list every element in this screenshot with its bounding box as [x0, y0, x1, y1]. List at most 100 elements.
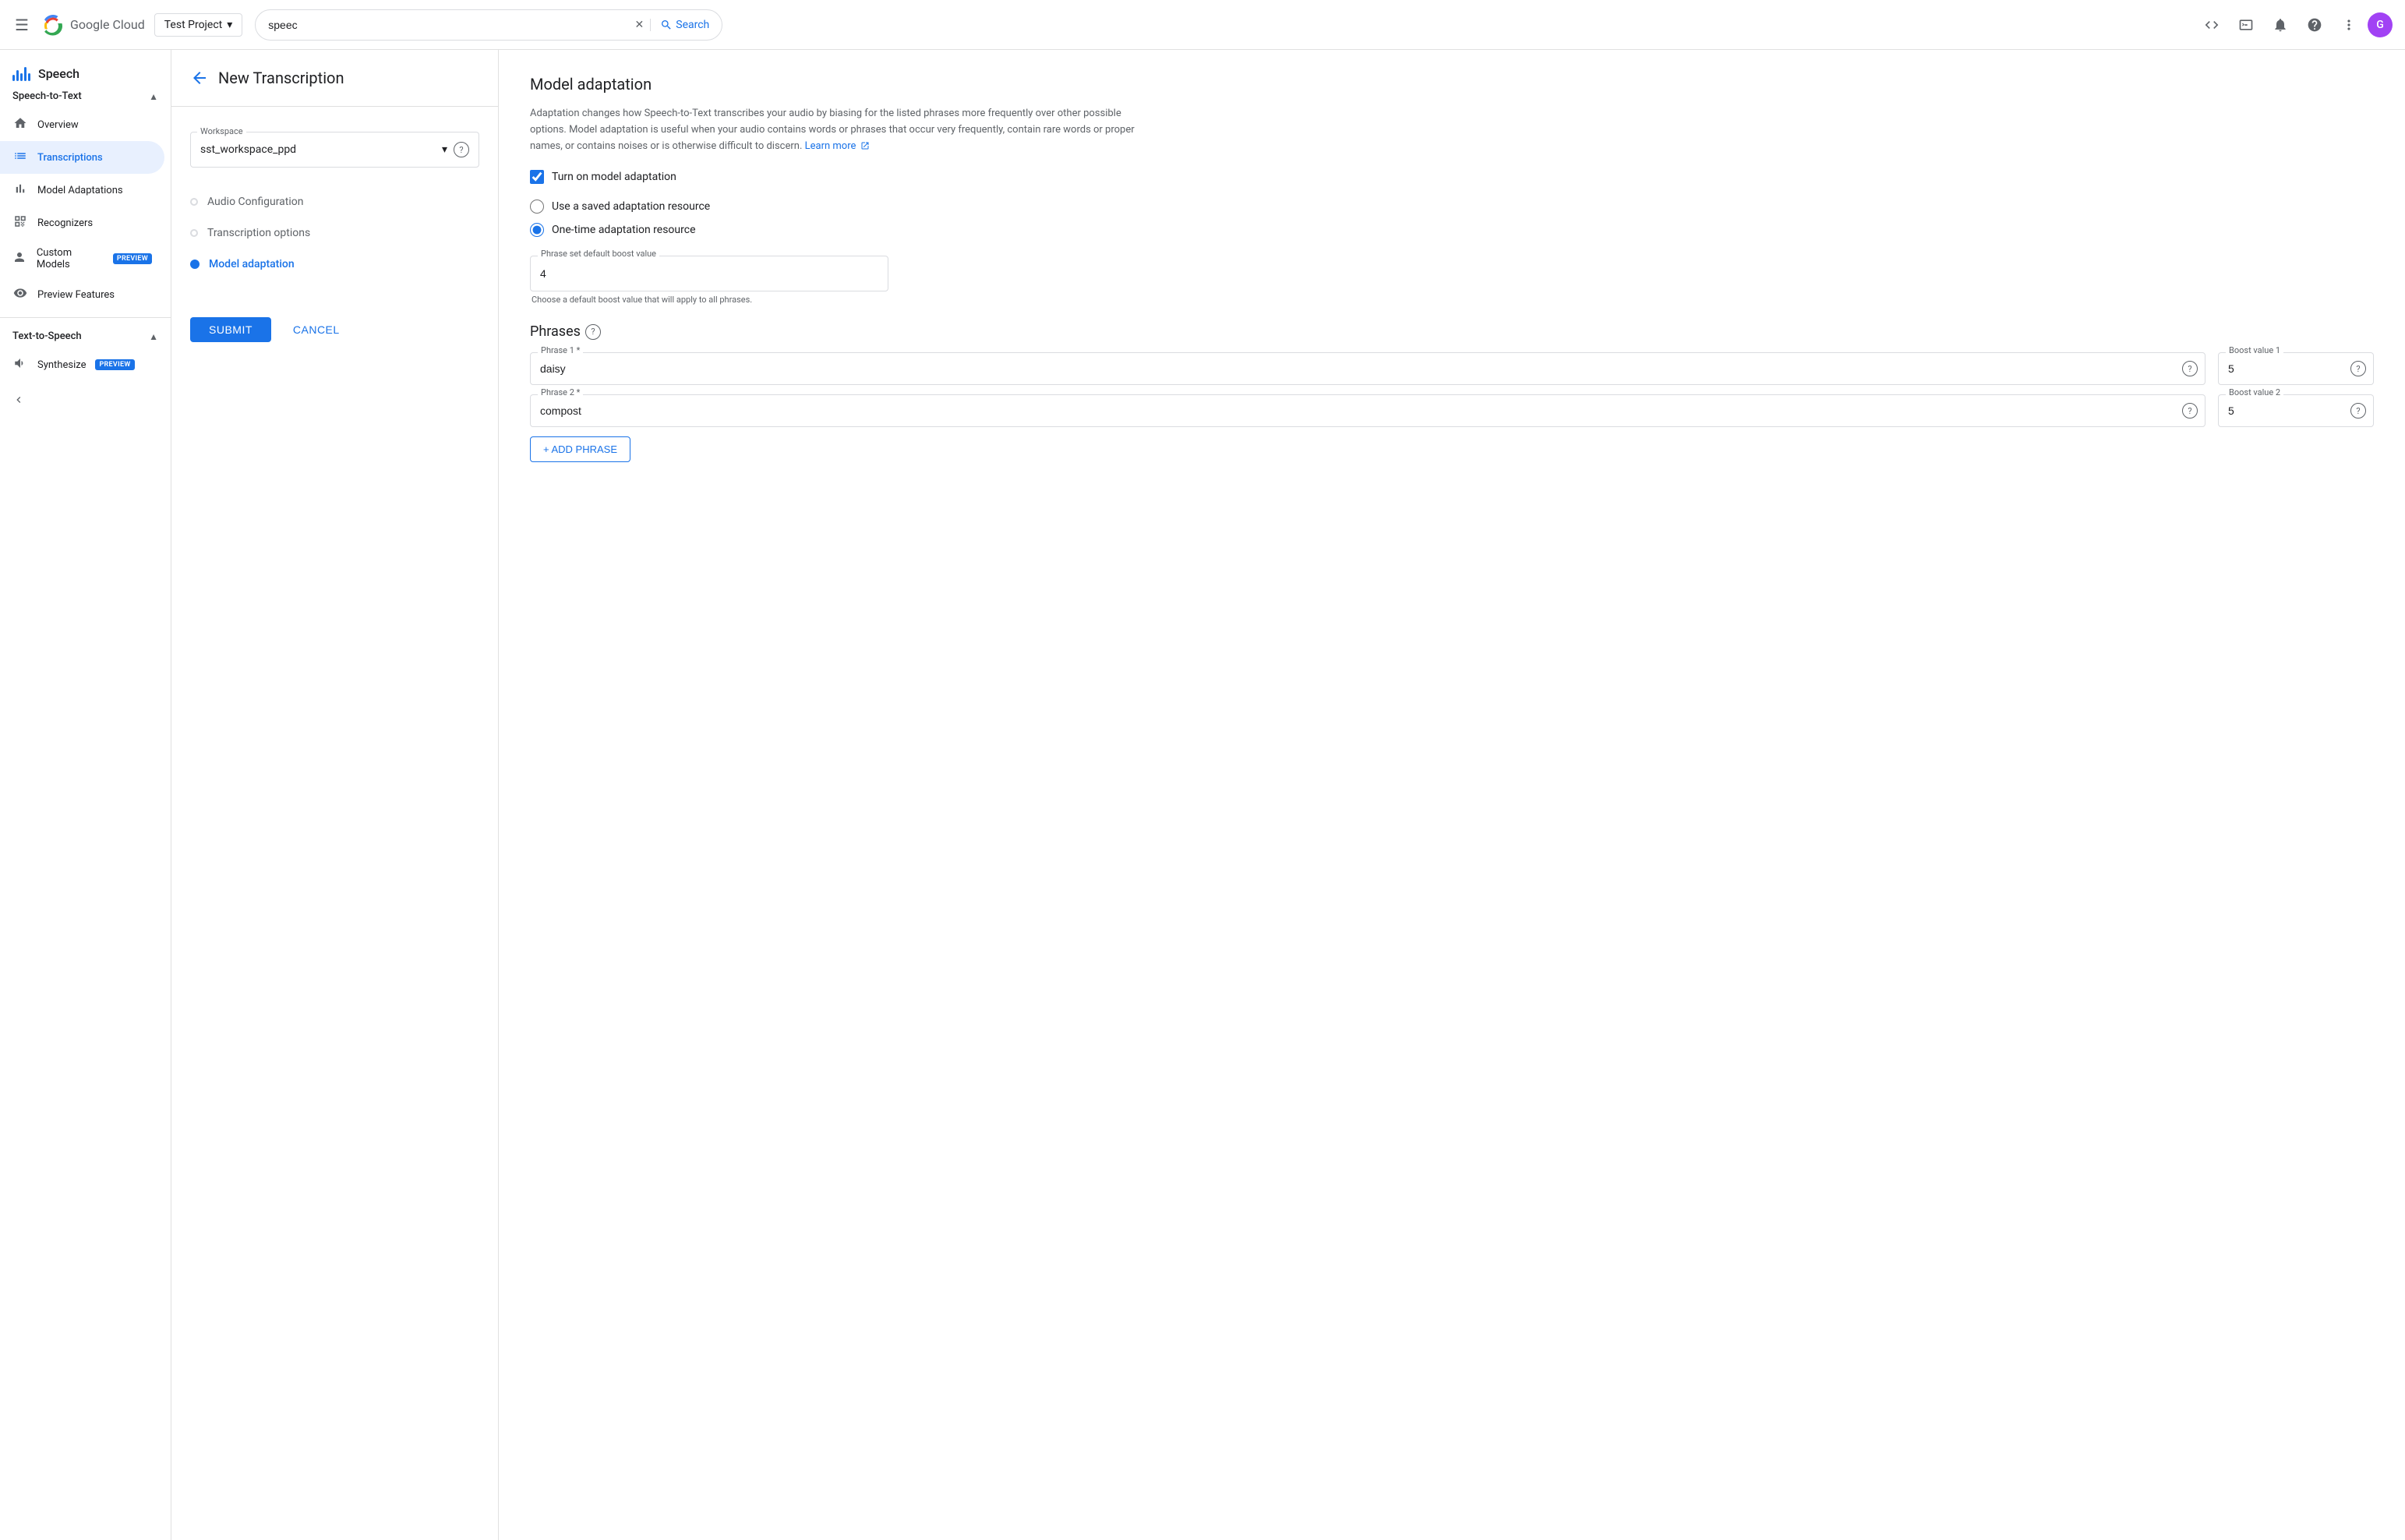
wizard-actions: SUBMIT CANCEL — [190, 305, 479, 342]
submit-button[interactable]: SUBMIT — [190, 317, 271, 342]
workspace-label: Workspace — [197, 126, 246, 136]
boost-1-label: Boost value 1 — [2226, 345, 2283, 355]
workspace-help-icon[interactable]: ? — [454, 142, 469, 157]
boost-value-label: Phrase set default boost value — [538, 249, 659, 259]
content-panel: Model adaptation Adaptation changes how … — [499, 50, 2405, 1540]
learn-more-link[interactable]: Learn more — [805, 140, 856, 152]
resource-type-group: Use a saved adaptation resource One-time… — [530, 200, 2374, 237]
sidebar-item-transcriptions[interactable]: Transcriptions — [0, 141, 164, 174]
step-model-adaptation[interactable]: Model adaptation — [190, 249, 479, 280]
step-dot-audio — [190, 198, 198, 206]
radio-saved-input[interactable] — [530, 200, 544, 214]
devtools-icon[interactable] — [2196, 9, 2227, 41]
radio-one-time-input[interactable] — [530, 223, 544, 237]
sidebar-item-model-adaptations[interactable]: Model Adaptations — [0, 174, 164, 207]
model-adaptation-description: Adaptation changes how Speech-to-Text tr… — [530, 106, 1138, 154]
header: ☰ Google Cloud Test Project ▾ ✕ Search — [0, 0, 2405, 50]
boost-1-field: Boost value 1 ? — [2218, 352, 2374, 385]
radio-one-time-label: One-time adaptation resource — [552, 224, 696, 236]
sidebar-item-custom-models[interactable]: Custom Models PREVIEW — [0, 239, 164, 278]
project-selector[interactable]: Test Project ▾ — [154, 13, 243, 37]
phrase-2-input[interactable] — [530, 394, 2205, 427]
help-icon[interactable] — [2299, 9, 2330, 41]
wizard-title: New Transcription — [218, 69, 344, 87]
header-right: G — [2196, 9, 2393, 41]
synthesize-icon — [12, 356, 28, 373]
header-left: ☰ Google Cloud Test Project ▾ — [12, 12, 242, 37]
notifications-icon[interactable] — [2265, 9, 2296, 41]
search-bar: ✕ Search — [255, 9, 722, 41]
phrases-section: Phrases ? Phrase 1 * ? Boost value 1 ? — [530, 323, 2374, 462]
custom-models-preview-badge: PREVIEW — [113, 253, 152, 264]
sidebar-item-label: Model Adaptations — [37, 185, 123, 196]
sidebar-item-label: Overview — [37, 119, 79, 131]
tts-collapse-icon: ▲ — [149, 331, 158, 342]
project-name: Test Project — [164, 19, 222, 31]
phrase-1-label: Phrase 1 * — [538, 345, 583, 355]
avatar[interactable]: G — [2368, 12, 2393, 37]
radio-one-time-resource[interactable]: One-time adaptation resource — [530, 223, 2374, 237]
custom-models-icon — [12, 250, 27, 267]
step-transcription-options[interactable]: Transcription options — [190, 217, 479, 249]
app-body: Speech Speech-to-Text ▲ Overview Transcr… — [0, 50, 2405, 1540]
boost-2-help-icon[interactable]: ? — [2350, 403, 2366, 419]
workspace-selector[interactable]: Workspace sst_workspace_ppd ▾ ? — [190, 132, 479, 168]
phrase-1-field: Phrase 1 * ? — [530, 352, 2205, 385]
phrase-2-label: Phrase 2 * — [538, 387, 583, 397]
sidebar-item-label: Preview Features — [37, 289, 115, 301]
add-phrase-button[interactable]: + ADD PHRASE — [530, 436, 630, 462]
sidebar-item-label: Synthesize — [37, 359, 86, 371]
phrase-1-input[interactable] — [530, 352, 2205, 385]
step-dot-options — [190, 229, 198, 237]
step-audio-config[interactable]: Audio Configuration — [190, 186, 479, 217]
phrase-1-help-icon[interactable]: ? — [2182, 361, 2198, 376]
sidebar-item-label: Transcriptions — [37, 152, 103, 164]
more-options-icon[interactable] — [2333, 9, 2364, 41]
step-label-adaptation: Model adaptation — [209, 258, 295, 270]
search-clear-icon[interactable]: ✕ — [635, 19, 645, 31]
search-label: Search — [676, 19, 709, 31]
sidebar-item-label: Recognizers — [37, 217, 93, 229]
radio-saved-resource[interactable]: Use a saved adaptation resource — [530, 200, 2374, 214]
cancel-button[interactable]: CANCEL — [281, 317, 352, 342]
collapse-sidebar-btn[interactable] — [12, 394, 158, 406]
search-input[interactable] — [268, 19, 634, 31]
hamburger-icon[interactable]: ☰ — [12, 16, 31, 34]
text-to-speech-section[interactable]: Text-to-Speech ▲ — [0, 324, 171, 348]
boost-1-help-icon[interactable]: ? — [2350, 361, 2366, 376]
wizard-body: Workspace sst_workspace_ppd ▾ ? Audio Co… — [171, 107, 498, 361]
phrase-2-help-icon[interactable]: ? — [2182, 403, 2198, 419]
search-icon — [660, 19, 673, 31]
turn-on-adaptation-checkbox[interactable] — [530, 170, 544, 184]
speech-waveform-icon — [12, 65, 30, 81]
google-cloud-icon — [41, 12, 65, 37]
step-dot-adaptation — [190, 260, 200, 269]
phrase-row-2: Phrase 2 * ? Boost value 2 ? — [530, 394, 2374, 427]
workspace-value: sst_workspace_ppd — [200, 143, 296, 156]
phrases-help-icon[interactable]: ? — [585, 324, 601, 340]
workspace-dropdown-icon[interactable]: ▾ — [442, 143, 447, 156]
workspace-controls: ▾ ? — [442, 142, 469, 157]
search-button[interactable]: Search — [650, 19, 709, 31]
speech-to-text-section[interactable]: Speech-to-Text ▲ — [0, 84, 171, 108]
boost-value-input[interactable] — [530, 256, 888, 291]
model-adaptation-title: Model adaptation — [530, 75, 2374, 94]
text-to-speech-label: Text-to-Speech — [12, 330, 82, 342]
radio-saved-label: Use a saved adaptation resource — [552, 200, 710, 213]
sidebar-item-recognizers[interactable]: Recognizers — [0, 207, 164, 239]
wizard-header: New Transcription — [171, 69, 498, 107]
sidebar: Speech Speech-to-Text ▲ Overview Transcr… — [0, 50, 171, 1540]
wizard-panel: New Transcription Workspace sst_workspac… — [171, 50, 499, 1540]
phrase-2-field: Phrase 2 * ? — [530, 394, 2205, 427]
google-cloud-logo[interactable]: Google Cloud — [41, 12, 145, 37]
phrase-row-1: Phrase 1 * ? Boost value 1 ? — [530, 352, 2374, 385]
sidebar-item-overview[interactable]: Overview — [0, 108, 164, 141]
project-dropdown-icon: ▾ — [227, 19, 232, 31]
sidebar-item-synthesize[interactable]: Synthesize PREVIEW — [0, 348, 164, 381]
turn-on-adaptation-label: Turn on model adaptation — [552, 171, 676, 183]
synthesize-preview-badge: PREVIEW — [95, 359, 134, 370]
preview-features-icon — [12, 286, 28, 303]
terminal-icon[interactable] — [2230, 9, 2262, 41]
sidebar-item-preview-features[interactable]: Preview Features — [0, 278, 164, 311]
back-button[interactable] — [190, 69, 209, 87]
